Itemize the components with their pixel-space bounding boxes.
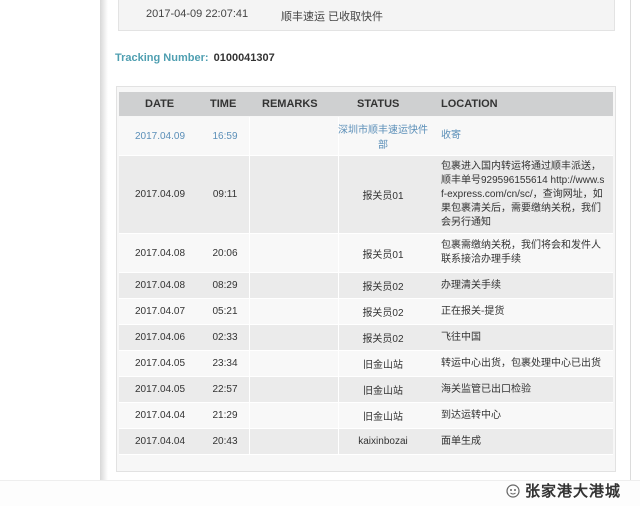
cell-time: 16:59: [212, 130, 238, 142]
header-remarks: REMARKS: [262, 98, 318, 110]
cell-remarks: [249, 234, 339, 272]
cell-status: 报关员01: [362, 249, 404, 261]
previous-tracking-entry: 2017-04-09 22:07:41 顺丰速运 已收取快件: [118, 0, 615, 31]
header-time: TIME: [210, 98, 237, 110]
cell-location: 转运中心出货，包裹处理中心已出货: [441, 357, 601, 369]
entry-status: 顺丰速运 已收取快件: [281, 11, 384, 23]
cell-date: 2017.04.05: [134, 358, 186, 369]
cell-time: 08:29: [212, 280, 238, 291]
table-row: 2017.04.04 21:29 旧金山站 到达运转中心: [119, 403, 613, 429]
tracking-number-label: Tracking Number:: [115, 52, 209, 64]
cell-time: 05:21: [212, 306, 238, 317]
cell-date: 2017.04.09: [134, 130, 186, 142]
cell-status: 旧金山站: [363, 386, 403, 397]
cell-location: 海关监管已出口检验: [441, 383, 531, 395]
table-row: 2017.04.07 05:21 报关员02 正在报关-提货: [119, 299, 613, 325]
cell-remarks: [249, 273, 339, 298]
cell-date: 2017.04.06: [134, 332, 186, 343]
header-status: STATUS: [357, 98, 400, 110]
cell-date: 2017.04.05: [134, 384, 186, 395]
cell-status: 报关员02: [362, 334, 404, 345]
cell-remarks: [249, 117, 339, 155]
cell-location: 面单生成: [441, 435, 481, 447]
table-row: 2017.04.05 22:57 旧金山站 海关监管已出口检验: [119, 377, 613, 403]
header-location: LOCATION: [441, 98, 498, 110]
cell-time: 22:57: [212, 384, 238, 395]
table-row: 2017.04.05 23:34 旧金山站 转运中心出货，包裹处理中心已出货: [119, 351, 613, 377]
cell-date: 2017.04.07: [134, 306, 186, 317]
table-header: DATE TIME REMARKS STATUS LOCATION: [119, 92, 613, 116]
cell-remarks: [249, 351, 339, 376]
cell-date: 2017.04.04: [134, 410, 186, 421]
cell-location: 到达运转中心: [441, 409, 501, 421]
cell-date: 2017.04.08: [134, 280, 186, 291]
cell-time: 21:29: [212, 410, 238, 421]
table-row: 2017.04.09 16:59 深圳市顺丰速运快件部 收寄: [119, 117, 613, 156]
cell-time: 09:11: [212, 189, 238, 200]
cell-date: 2017.04.04: [134, 436, 186, 447]
cell-time: 23:34: [212, 358, 238, 369]
cell-status: 报关员02: [362, 282, 404, 293]
cell-status: 旧金山站: [363, 360, 403, 371]
cell-location: 飞往中国: [441, 331, 481, 343]
cell-remarks: [249, 429, 339, 454]
table-row: 2017.04.04 20:43 kaixinbozai 面单生成: [119, 429, 613, 455]
cell-remarks: [249, 325, 339, 350]
tracking-number-value: 0100041307: [213, 52, 275, 64]
tracking-table: DATE TIME REMARKS STATUS LOCATION 2017.0…: [116, 86, 616, 472]
cell-location: 包裹进入国内转运将通过顺丰派送，顺丰单号929596155614 http://…: [441, 160, 605, 228]
watermark-text: 张家港大港城: [525, 483, 622, 500]
cell-location: 正在报关-提货: [441, 305, 505, 317]
cell-status: 报关员01: [362, 191, 404, 202]
cell-location: 收寄: [441, 130, 461, 141]
table-row: 2017.04.08 08:29 报关员02 办理清关手续: [119, 273, 613, 299]
entry-datetime: 2017-04-09 22:07:41: [146, 8, 249, 20]
cell-remarks: [249, 403, 339, 428]
header-date: DATE: [145, 98, 175, 110]
cell-status: kaixinbozai: [358, 436, 408, 447]
cell-date: 2017.04.09: [134, 189, 186, 200]
cell-remarks: [249, 377, 339, 402]
tracking-number-line: Tracking Number: 0100041307: [115, 52, 275, 64]
cell-location: 办理清关手续: [441, 279, 501, 291]
cell-time: 20:43: [212, 436, 238, 447]
table-row: 2017.04.08 20:06 报关员01 包裹需缴纳关税，我们将会和发件人联…: [119, 234, 613, 273]
table-row: 2017.04.06 02:33 报关员02 飞往中国: [119, 325, 613, 351]
cell-remarks: [249, 299, 339, 324]
cell-time: 02:33: [212, 332, 238, 343]
table-body: 2017.04.09 16:59 深圳市顺丰速运快件部 收寄 2017.04.0…: [119, 117, 613, 455]
cell-status: 报关员02: [362, 308, 404, 319]
cell-location: 包裹需缴纳关税，我们将会和发件人联系接洽办理手续: [441, 240, 601, 265]
table-row: 2017.04.09 09:11 报关员01 包裹进入国内转运将通过顺丰派送，顺…: [119, 156, 613, 234]
cell-status: 旧金山站: [363, 412, 403, 423]
cell-remarks: [249, 156, 339, 233]
cell-date: 2017.04.08: [134, 247, 186, 259]
wechat-official-account-icon: [506, 484, 520, 498]
cell-status: 深圳市顺丰速运快件部: [338, 125, 428, 151]
cell-time: 20:06: [212, 247, 238, 259]
